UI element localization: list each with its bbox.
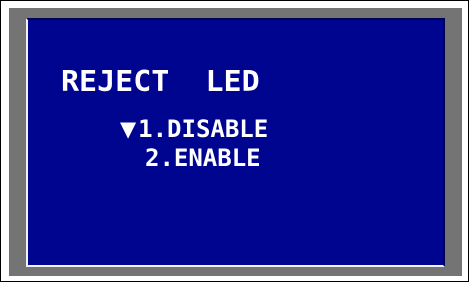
lcd-screen: REJECT LED ▼ 1.DISABLE 2.ENABLE bbox=[26, 18, 445, 267]
menu-option-enable[interactable]: 2.ENABLE bbox=[145, 146, 261, 170]
selection-cursor-icon: ▼ bbox=[120, 116, 137, 141]
menu-option-label: 1.DISABLE bbox=[138, 115, 269, 143]
menu-option-label: 2.ENABLE bbox=[145, 144, 261, 172]
menu-title: REJECT LED bbox=[61, 65, 260, 99]
menu-option-disable[interactable]: ▼ 1.DISABLE bbox=[120, 117, 268, 141]
device-frame: REJECT LED ▼ 1.DISABLE 2.ENABLE bbox=[0, 0, 469, 282]
